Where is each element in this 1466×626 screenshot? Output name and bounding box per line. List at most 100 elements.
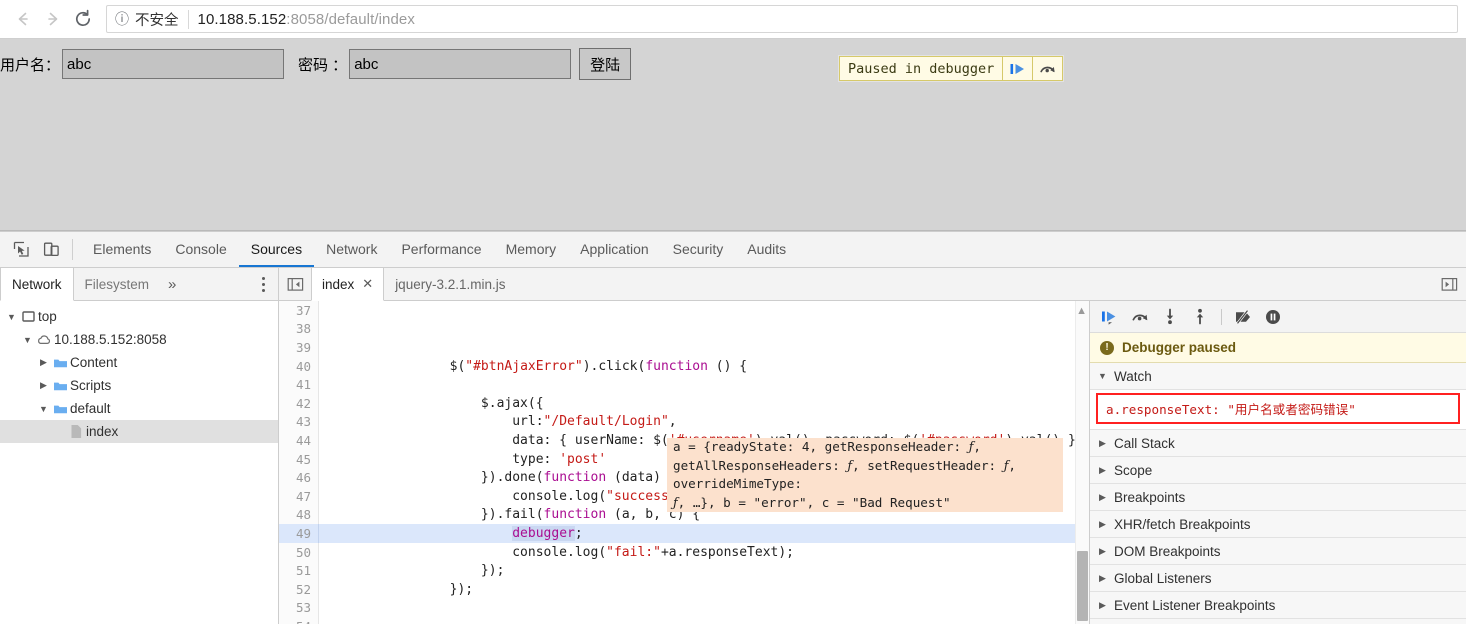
step-out-icon [1196, 308, 1204, 325]
collapse-navigator-button[interactable] [279, 268, 311, 300]
line-number[interactable]: 47 [279, 486, 319, 506]
step-over-button[interactable] [1126, 304, 1154, 330]
section-call-stack[interactable]: ▶ Call Stack [1090, 430, 1466, 457]
tab-performance[interactable]: Performance [389, 232, 493, 267]
section-breakpoints[interactable]: ▶ Breakpoints [1090, 484, 1466, 511]
folder-icon [51, 357, 70, 369]
line-number[interactable]: 41 [279, 375, 319, 394]
kebab-menu-icon[interactable] [248, 268, 278, 300]
tab-security[interactable]: Security [661, 232, 736, 267]
line-number[interactable]: 43 [279, 412, 319, 432]
close-icon[interactable]: ✕ [362, 276, 373, 292]
line-number[interactable]: 50 [279, 542, 319, 562]
back-button[interactable] [8, 4, 38, 34]
overlay-resume-button[interactable] [1002, 57, 1032, 80]
code-line: 40 $("#btnAjaxError").click(function () … [279, 356, 1089, 376]
twisty-icon[interactable]: ▼ [4, 312, 19, 322]
inspect-element-button[interactable] [6, 232, 36, 267]
editor-tab-strip: index ✕ jquery-3.2.1.min.js [279, 268, 1466, 301]
line-number[interactable]: 48 [279, 505, 319, 525]
plain-token: data: { userName: $( [387, 432, 669, 448]
devtools-tab-bar: Elements Console Sources Network Perform… [0, 232, 1466, 268]
section-watch[interactable]: ▼ Watch [1090, 363, 1466, 390]
line-number[interactable]: 53 [279, 598, 319, 618]
deactivate-breakpoints-button[interactable] [1229, 304, 1257, 330]
code-line: 47 console.log("successful:"+data); [279, 486, 1089, 506]
scroll-up-icon[interactable]: ▲ [1076, 305, 1087, 317]
sources-body: ▼ top ▼ 10.188.5.152:8058 ▶ Content ▶ Sc… [0, 301, 1466, 624]
tab-network[interactable]: Network [314, 232, 389, 267]
address-bar[interactable]: ⓘ 不安全 10.188.5.152:8058/default/index [106, 5, 1458, 33]
tab-console[interactable]: Console [163, 232, 238, 267]
section-event-listener-breakpoints[interactable]: ▶ Event Listener Breakpoints [1090, 592, 1466, 619]
code-text: data: { userName: $('#username').val(), … [319, 432, 1083, 448]
line-number[interactable]: 40 [279, 356, 319, 376]
line-number[interactable]: 44 [279, 431, 319, 450]
line-number[interactable]: 39 [279, 338, 319, 357]
toggle-device-toolbar-button[interactable] [36, 232, 66, 267]
line-number[interactable]: 37 [279, 301, 319, 320]
section-global-listeners[interactable]: ▶ Global Listeners [1090, 565, 1466, 592]
info-icon: ! [1100, 340, 1114, 355]
tab-audits[interactable]: Audits [735, 232, 798, 267]
step-over-icon [1040, 66, 1055, 72]
line-number[interactable]: 49 [279, 524, 319, 543]
tree-item-scripts[interactable]: ▶ Scripts [0, 374, 278, 397]
tab-sources[interactable]: Sources [238, 232, 315, 267]
forward-button[interactable] [38, 4, 68, 34]
twisty-icon[interactable]: ▶ [36, 380, 51, 391]
tab-memory[interactable]: Memory [494, 232, 569, 267]
tree-item-default[interactable]: ▼ default [0, 397, 278, 420]
code-line: 44 data: { userName: $('#username').val(… [279, 431, 1089, 450]
debugger-controls [1090, 301, 1466, 333]
navigator-tab-network[interactable]: Network [0, 268, 74, 301]
line-number[interactable]: 42 [279, 393, 319, 413]
line-number[interactable]: 45 [279, 449, 319, 469]
scrollbar-thumb[interactable] [1077, 551, 1088, 621]
tree-item-top[interactable]: ▼ top [0, 305, 278, 328]
show-debugger-sidebar-button[interactable] [1432, 268, 1466, 300]
section-label: Event Listener Breakpoints [1114, 597, 1276, 613]
resume-script-execution-button[interactable] [1096, 304, 1124, 330]
chevron-double-right-icon[interactable]: » [160, 268, 184, 300]
line-number[interactable]: 46 [279, 468, 319, 487]
line-number[interactable]: 52 [279, 579, 319, 599]
plain-token: +data); [707, 488, 763, 504]
username-input[interactable] [62, 49, 285, 79]
watch-expression-row[interactable]: a.responseText: "用户名或者密码错误" [1096, 393, 1460, 424]
resume-icon [1102, 311, 1116, 325]
step-into-button[interactable] [1156, 304, 1184, 330]
code-editor[interactable]: 37 38 39 40 $("#btnAjaxError").click(functi… [279, 301, 1090, 624]
twisty-icon[interactable]: ▶ [36, 357, 51, 368]
step-out-button[interactable] [1186, 304, 1214, 330]
password-input[interactable] [349, 49, 572, 79]
security-label: 不安全 [135, 12, 179, 29]
tree-item-content[interactable]: ▶ Content [0, 351, 278, 374]
debugger-sidebar: ! Debugger paused ▼ Watch a.responseText… [1090, 301, 1466, 624]
login-button[interactable]: 登陆 [579, 48, 632, 80]
plain-token: (a, b, c) { [606, 507, 701, 523]
section-scope[interactable]: ▶ Scope [1090, 457, 1466, 484]
tree-item-host[interactable]: ▼ 10.188.5.152:8058 [0, 328, 278, 351]
twisty-icon[interactable]: ▼ [36, 404, 51, 414]
security-indicator[interactable]: ⓘ 不安全 [115, 9, 189, 29]
code-text: debugger; [319, 525, 583, 541]
code-line: 54 [279, 617, 1089, 624]
tree-item-index[interactable]: index [0, 420, 278, 443]
tab-application[interactable]: Application [568, 232, 661, 267]
pause-on-exceptions-button[interactable] [1259, 304, 1287, 330]
reload-button[interactable] [68, 4, 98, 34]
section-xhr-fetch-breakpoints[interactable]: ▶ XHR/fetch Breakpoints [1090, 511, 1466, 538]
line-number[interactable]: 38 [279, 319, 319, 339]
twisty-icon[interactable]: ▼ [20, 335, 35, 345]
string-token: "/Default/Login" [543, 414, 669, 430]
editor-tab-index[interactable]: index ✕ [311, 268, 385, 301]
navigator-tab-filesystem[interactable]: Filesystem [74, 268, 161, 300]
tab-elements[interactable]: Elements [81, 232, 163, 267]
overlay-step-over-button[interactable] [1032, 57, 1062, 80]
line-number[interactable]: 54 [279, 617, 319, 624]
section-dom-breakpoints[interactable]: ▶ DOM Breakpoints [1090, 538, 1466, 565]
line-number[interactable]: 51 [279, 561, 319, 580]
editor-scrollbar[interactable]: ▲ [1075, 301, 1089, 624]
editor-tab-jquery[interactable]: jquery-3.2.1.min.js [384, 268, 516, 300]
